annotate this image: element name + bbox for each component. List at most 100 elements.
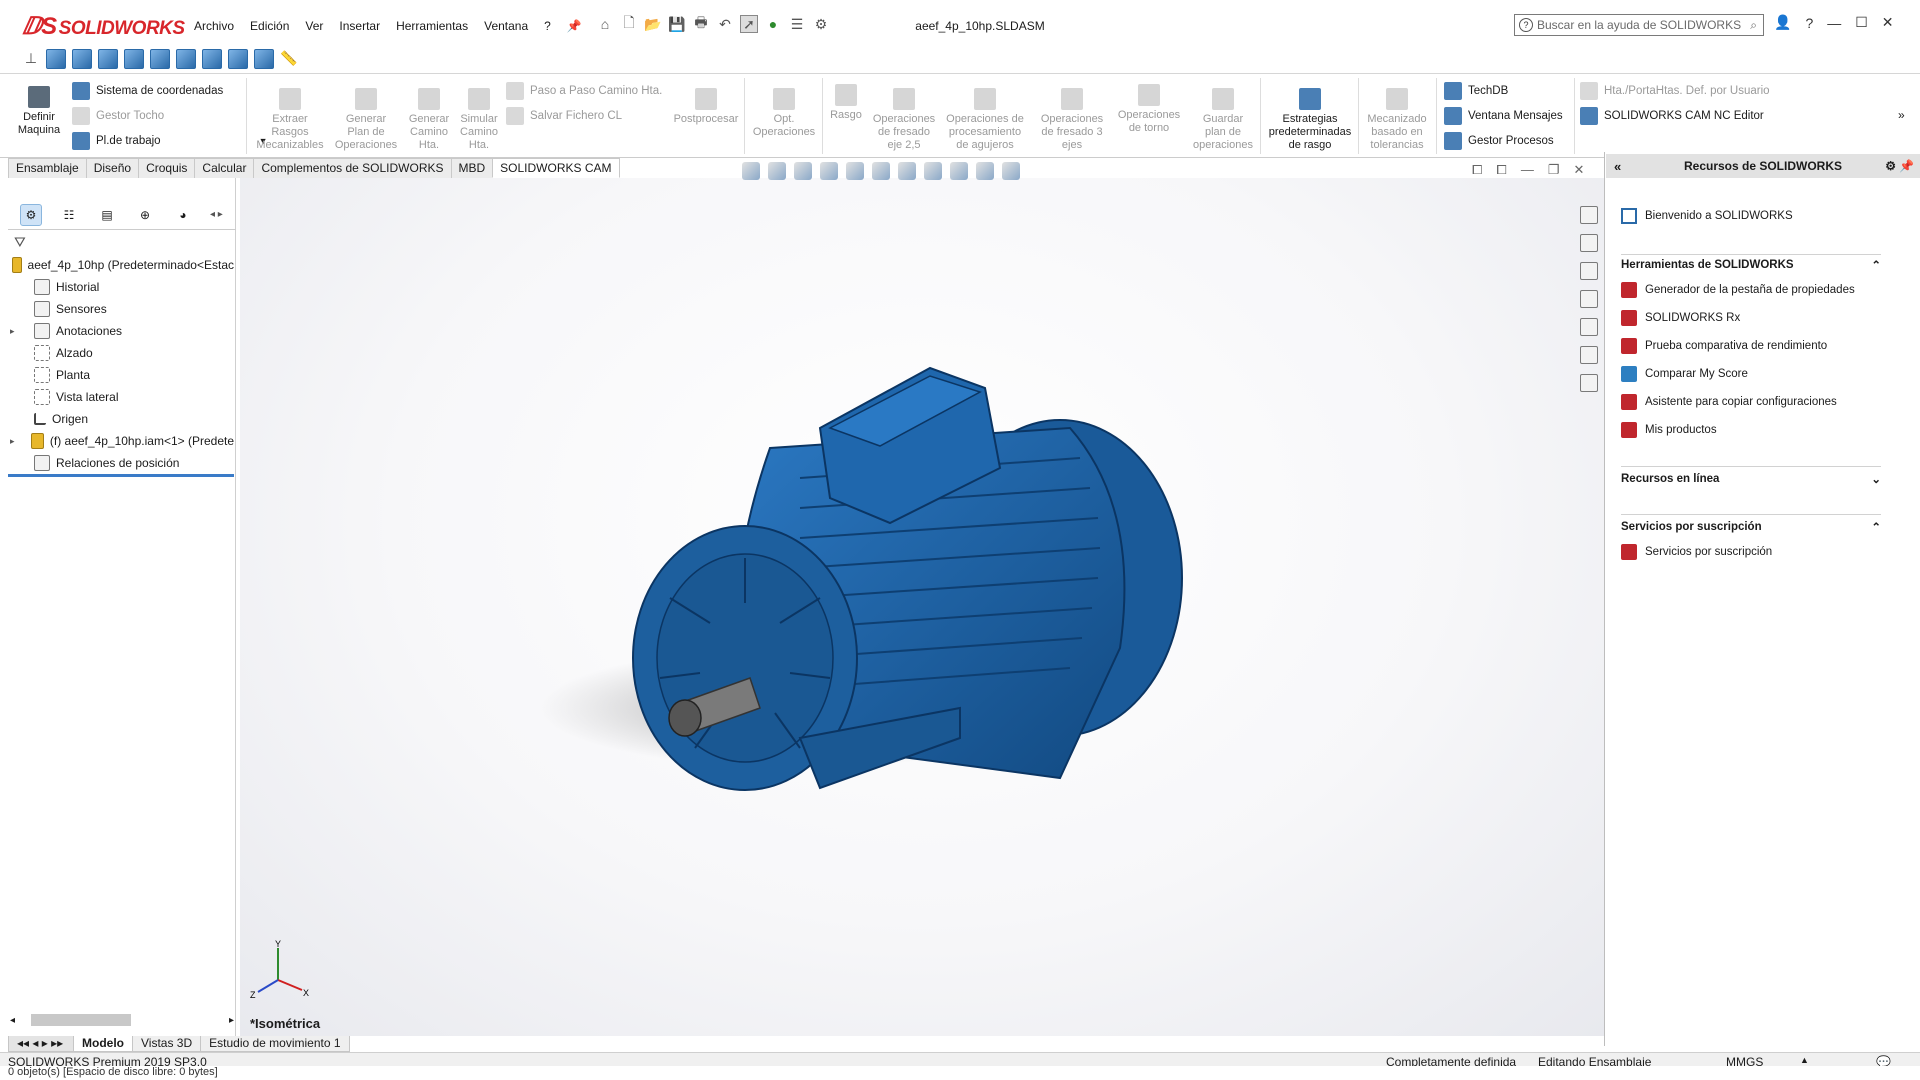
dynamic-annotation-icon[interactable] bbox=[846, 162, 864, 180]
section-view-icon[interactable] bbox=[820, 162, 838, 180]
ruler-icon[interactable]: 📏 bbox=[280, 50, 298, 68]
menu-insertar[interactable]: Insertar bbox=[331, 18, 388, 34]
view-orientation-dropdown-icon[interactable] bbox=[872, 162, 890, 180]
feature-manager-tab-icon[interactable]: ⚙ bbox=[20, 203, 42, 226]
tree-item-vista-lateral[interactable]: Vista lateral bbox=[22, 388, 118, 406]
tree-item-relaciones[interactable]: Relaciones de posición bbox=[22, 454, 179, 472]
tree-item-planta[interactable]: Planta bbox=[22, 366, 90, 384]
mecanizado-tol-button[interactable]: Mecanizado basado en tolerancias bbox=[1362, 88, 1432, 152]
configuration-manager-tab-icon[interactable]: ▤ bbox=[96, 204, 118, 226]
estrategias-button[interactable]: Estrategias predeterminadas de rasgo bbox=[1264, 88, 1356, 152]
feature-manager-scrollbar[interactable]: ◂ ▸ bbox=[10, 1012, 234, 1028]
tab-vistas-3d[interactable]: Vistas 3D bbox=[132, 1036, 202, 1052]
design-library-icon[interactable] bbox=[1580, 234, 1598, 252]
tile-right-icon[interactable]: ⧠ bbox=[1496, 162, 1506, 178]
gestor-tocho-button[interactable]: Gestor Tocho bbox=[72, 107, 164, 125]
edit-appearance-icon[interactable] bbox=[950, 162, 968, 180]
tool-solidworks-rx[interactable]: SOLIDWORKS Rx bbox=[1621, 310, 1740, 326]
menu-help[interactable]: ? bbox=[536, 18, 559, 34]
tab-complementos[interactable]: Complementos de SOLIDWORKS bbox=[253, 158, 452, 178]
help-icon[interactable]: ? bbox=[1805, 15, 1813, 31]
view-trimetric-icon[interactable] bbox=[228, 48, 248, 69]
resources-home-icon[interactable] bbox=[1580, 206, 1598, 224]
file-properties-icon[interactable]: ☰ bbox=[788, 15, 806, 33]
display-manager-tab-icon[interactable]: ◕ bbox=[172, 204, 194, 226]
previous-view-icon[interactable] bbox=[794, 162, 812, 180]
chevron-down-icon[interactable]: ⌄ bbox=[1871, 472, 1881, 486]
fresado-3-button[interactable]: Operaciones de fresado 3 ejes bbox=[1032, 88, 1112, 152]
postprocesar-button[interactable]: Postprocesar bbox=[670, 88, 742, 126]
rollback-bar[interactable] bbox=[8, 474, 234, 477]
tool-my-products[interactable]: Mis productos bbox=[1621, 422, 1717, 438]
expand-arrow-icon[interactable]: ▸ bbox=[10, 326, 22, 337]
view-orientation-icon[interactable]: ⊥ bbox=[22, 50, 40, 68]
tab-scroll-arrows[interactable]: ◂◂ ◂ ▸ ▸▸ bbox=[8, 1036, 74, 1052]
view-isometric-icon[interactable] bbox=[202, 48, 222, 69]
tab-calcular[interactable]: Calcular bbox=[194, 158, 255, 178]
rasgo-button[interactable]: Rasgo bbox=[826, 84, 866, 122]
view-settings-icon[interactable] bbox=[1002, 162, 1020, 180]
open-icon[interactable]: 📂 bbox=[644, 15, 662, 33]
tool-property-tab-builder[interactable]: Generador de la pestaña de propiedades bbox=[1621, 282, 1855, 298]
tree-item-sensores[interactable]: Sensores bbox=[22, 300, 107, 318]
fresado-25-button[interactable]: Operaciones de fresado eje 2,5 bbox=[868, 88, 940, 152]
view-back-icon[interactable] bbox=[72, 48, 92, 69]
minimize-icon[interactable]: — bbox=[1827, 15, 1841, 31]
display-style-icon[interactable] bbox=[898, 162, 916, 180]
home-icon[interactable]: ⌂ bbox=[596, 15, 614, 33]
search-icon[interactable]: ⌕ bbox=[1750, 18, 1757, 33]
tabs-scroll-icon[interactable]: ◂ ▸ bbox=[210, 209, 223, 220]
tab-modelo[interactable]: Modelo bbox=[73, 1036, 133, 1052]
chevron-up-icon[interactable]: ⌃ bbox=[1871, 520, 1881, 534]
ventana-mensajes-button[interactable]: Ventana Mensajes bbox=[1444, 107, 1563, 125]
tile-left-icon[interactable]: ⧠ bbox=[1472, 162, 1482, 178]
scroll-right-icon[interactable]: ▸ bbox=[229, 1015, 234, 1026]
tab-mbd[interactable]: MBD bbox=[450, 158, 494, 178]
tool-performance-benchmark[interactable]: Prueba comparativa de rendimiento bbox=[1621, 338, 1827, 354]
menu-ventana[interactable]: Ventana bbox=[476, 18, 536, 34]
view-front-icon[interactable] bbox=[46, 48, 66, 69]
help-search-input[interactable]: ? Buscar en la ayuda de SOLIDWORKS ⌕ bbox=[1514, 14, 1764, 36]
online-resources-header[interactable]: Recursos en línea ⌄ bbox=[1621, 472, 1881, 486]
tab-croquis[interactable]: Croquis bbox=[138, 158, 196, 178]
viewport-restore-icon[interactable]: ❐ bbox=[1548, 162, 1560, 178]
dimxpert-tab-icon[interactable]: ⊕ bbox=[134, 204, 156, 226]
tree-item-historial[interactable]: Historial bbox=[22, 278, 99, 296]
save-icon[interactable]: 💾 bbox=[668, 15, 686, 33]
torno-button[interactable]: Operaciones de torno bbox=[1114, 84, 1184, 135]
maximize-icon[interactable]: ☐ bbox=[1855, 14, 1868, 31]
user-icon[interactable]: 👤 bbox=[1774, 14, 1791, 31]
custom-properties-icon[interactable] bbox=[1580, 346, 1598, 364]
units-dropdown-icon[interactable]: ▲ bbox=[1800, 1055, 1809, 1065]
tree-item-anotaciones[interactable]: ▸ Anotaciones bbox=[10, 322, 122, 340]
menu-ver[interactable]: Ver bbox=[297, 18, 331, 34]
welcome-link[interactable]: Bienvenido a SOLIDWORKS bbox=[1621, 208, 1793, 224]
tab-motion-study[interactable]: Estudio de movimiento 1 bbox=[200, 1036, 350, 1052]
chevron-up-icon[interactable]: ⌃ bbox=[1871, 258, 1881, 272]
zoom-area-icon[interactable] bbox=[768, 162, 786, 180]
motor-model[interactable] bbox=[240, 178, 1604, 1036]
generar-plan-button[interactable]: Generar Plan de Operaciones bbox=[330, 88, 402, 152]
nc-editor-button[interactable]: SOLIDWORKS CAM NC Editor bbox=[1580, 107, 1764, 125]
ribbon-overflow-icon[interactable]: » bbox=[1898, 108, 1905, 122]
tree-root-assembly[interactable]: aeef_4p_10hp (Predeterminado<Estac bbox=[12, 256, 234, 274]
subscription-section-header[interactable]: Servicios por suscripción ⌃ bbox=[1621, 520, 1881, 534]
zoom-to-fit-icon[interactable] bbox=[742, 162, 760, 180]
appearances-icon[interactable] bbox=[1580, 318, 1598, 336]
view-dimetric-icon[interactable] bbox=[254, 48, 274, 69]
tool-copy-settings[interactable]: Asistente para copiar configuraciones bbox=[1621, 394, 1837, 410]
view-top-icon[interactable] bbox=[150, 48, 170, 69]
view-palette-icon[interactable] bbox=[1580, 290, 1598, 308]
definir-maquina-button[interactable]: Definir Maquina bbox=[14, 86, 64, 137]
graphics-area[interactable] bbox=[240, 178, 1604, 1036]
pl-trabajo-button[interactable]: Pl.de trabajo ▼ bbox=[72, 132, 268, 150]
select-icon[interactable]: ➚ bbox=[740, 15, 758, 33]
opt-operaciones-button[interactable]: Opt. Operaciones bbox=[750, 88, 818, 139]
extraer-rasgos-button[interactable]: Extraer Rasgos Mecanizables bbox=[252, 88, 328, 152]
menu-herramientas[interactable]: Herramientas bbox=[388, 18, 476, 34]
scroll-left-icon[interactable]: ◂ bbox=[10, 1015, 15, 1026]
file-explorer-icon[interactable] bbox=[1580, 262, 1598, 280]
options-gear-icon[interactable]: ⚙ bbox=[812, 15, 830, 33]
menu-archivo[interactable]: Archivo bbox=[186, 18, 242, 34]
new-document-icon[interactable]: 🗋 bbox=[620, 14, 638, 33]
